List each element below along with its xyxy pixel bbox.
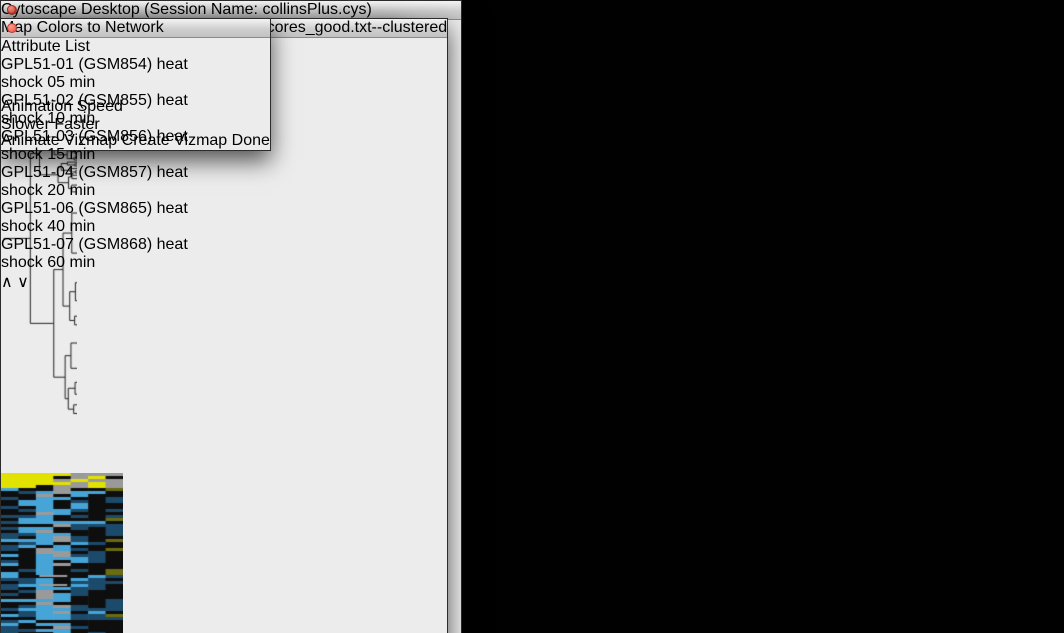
minimize-button[interactable] — [22, 23, 32, 33]
attribute-list-group: Attribute List GPL51-01 (GSM854) heat sh… — [1, 38, 204, 98]
close-button[interactable] — [7, 5, 16, 14]
move-down-button[interactable]: ∨ — [17, 274, 29, 291]
done-button[interactable]: Done — [232, 132, 270, 149]
attribute-item[interactable]: GPL51-04 (GSM857) heat shock 20 min — [1, 164, 204, 200]
attribute-item[interactable]: GPL51-01 (GSM854) heat shock 05 min — [1, 56, 204, 92]
animation-speed-label: Animation Speed — [1, 98, 123, 115]
animate-vizmap-button[interactable]: Animate Vizmap — [1, 132, 117, 149]
global-heatmap-pane — [1, 473, 125, 633]
attribute-list[interactable]: GPL51-01 (GSM854) heat shock 05 min GPL51… — [1, 56, 204, 272]
zoom-button[interactable] — [1, 23, 11, 33]
map-colors-dialog: Map Colors to Network Attribute List GPL… — [0, 18, 271, 151]
zoom-button[interactable] — [35, 5, 44, 14]
create-vizmap-button[interactable]: Create Vizmap — [122, 132, 228, 149]
attribute-item[interactable]: GPL51-07 (GSM868) heat shock 60 min — [1, 236, 204, 272]
faster-label: Faster — [54, 116, 99, 133]
dialog-titlebar[interactable]: Map Colors to Network — [1, 19, 270, 38]
move-up-button[interactable]: ∧ — [1, 274, 13, 291]
desktop: Cytoscape Desktop (Session Name: collins… — [0, 0, 1064, 633]
attribute-item[interactable]: GPL51-06 (GSM865) heat shock 40 min — [1, 200, 204, 236]
slower-label: Slower — [1, 116, 50, 133]
attribute-list-label: Attribute List — [1, 38, 90, 55]
global-heatmap[interactable] — [1, 473, 123, 633]
heatmap-header-pane — [1, 421, 125, 473]
minimize-button[interactable] — [21, 5, 30, 14]
main-window-title: Cytoscape Desktop (Session Name: collins… — [1, 1, 372, 18]
